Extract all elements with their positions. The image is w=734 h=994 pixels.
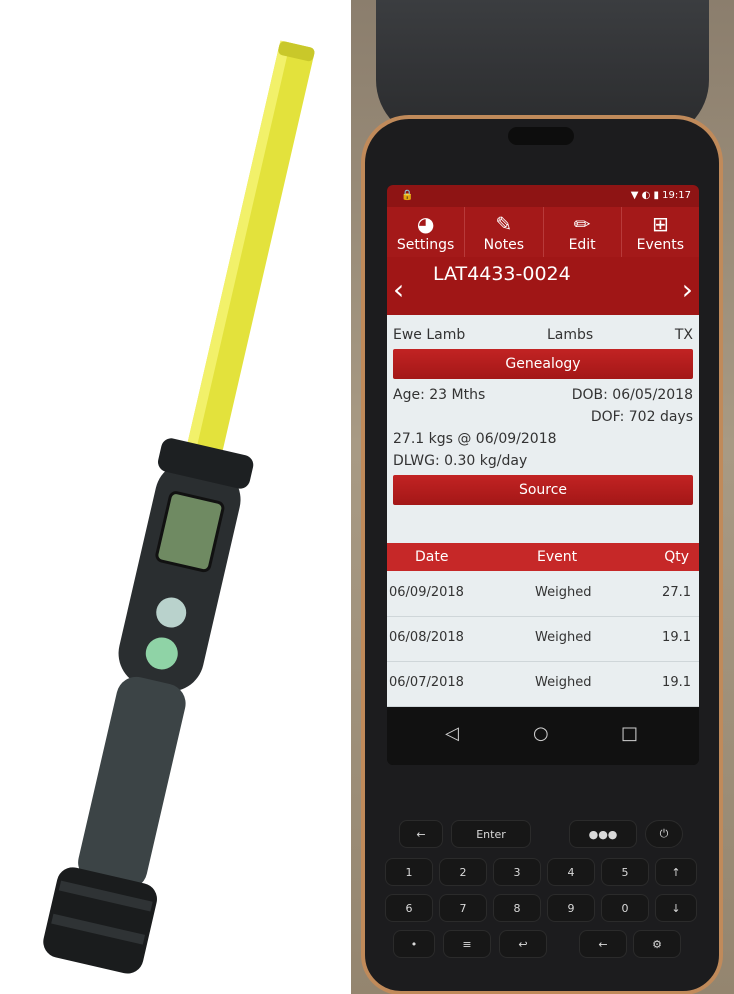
toolbar-settings-label: Settings [396,237,455,253]
table-row[interactable]: 06/08/2018 Weighed 19.1 [387,616,699,662]
dlwg-row: DLWG: 0.30 kg/day [393,453,693,469]
events-add-icon: ⊞ [651,212,669,236]
app-toolbar: ◕ Settings ✎ Notes ✏ Edit ⊞ Events [387,207,699,257]
classification-row: Ewe Lamb Lambs TX [393,327,693,343]
left-arrow-key[interactable]: ← [579,930,627,958]
animal-id: LAT4433-0024 [433,263,571,285]
status-time: 19:17 [662,190,691,201]
animal-weight: 27.1 kgs @ 06/09/2018 [393,431,557,447]
down-arrow-key[interactable]: ↓ [655,894,697,922]
event-type: Weighed [535,585,592,600]
chevron-right-icon[interactable]: › [682,275,693,305]
animal-code: TX [674,327,693,343]
lock-icon: 🔒 [401,190,414,201]
android-status-bar: 🔒 ▼ ◐ ▮ 19:17 [387,185,699,207]
toolbar-notes-button[interactable]: ✎ Notes [465,207,544,257]
record-details: Ewe Lamb Lambs TX Genealogy Age: 23 Mths… [387,315,699,543]
animal-group: Lambs [546,327,594,343]
device-screen: 🔒 ▼ ◐ ▮ 19:17 ◕ Settings ✎ Notes ✏ Edit … [387,185,699,765]
toolbar-edit-label: Edit [568,237,596,253]
wand-antenna [181,40,315,477]
key-1[interactable]: 1 [385,858,433,886]
table-row[interactable]: 06/09/2018 Weighed 27.1 [387,571,699,617]
events-table-header: Date Event Qty [387,543,699,571]
key-8[interactable]: 8 [493,894,541,922]
key-9[interactable]: 9 [547,894,595,922]
source-button[interactable]: Source [393,475,693,505]
chevron-left-icon[interactable]: ‹ [393,275,404,305]
up-arrow-key[interactable]: ↑ [655,858,697,886]
column-header-date[interactable]: Date [415,549,448,565]
event-date: 06/07/2018 [389,675,464,690]
dof-row: DOF: 702 days [393,409,693,425]
menu-key[interactable]: ≡ [443,930,491,958]
toolbar-events-label: Events [636,237,685,253]
status-right: ▼ ◐ ▮ 19:17 [630,190,691,201]
wand-handle [78,676,186,890]
toolbar-notes-label: Notes [483,237,525,253]
table-row[interactable]: 06/07/2018 Weighed 19.1 [387,661,699,707]
event-qty: 19.1 [662,630,691,645]
wand-body [43,438,254,974]
column-header-event[interactable]: Event [537,549,577,565]
notes-pen-plus-icon: ✎ [495,212,513,236]
mic-key[interactable]: • [393,930,435,958]
key-2[interactable]: 2 [439,858,487,886]
power-key[interactable]: ⏻ [645,820,683,848]
column-header-qty[interactable]: Qty [664,549,689,565]
toolbar-settings-button[interactable]: ◕ Settings [387,207,466,257]
event-qty: 27.1 [662,585,691,600]
back-icon[interactable]: ◁ [445,723,459,744]
home-icon[interactable]: ○ [533,723,549,744]
earpiece-speaker [508,127,574,145]
key-4[interactable]: 4 [547,858,595,886]
event-date: 06/09/2018 [389,585,464,600]
animal-sex: Ewe Lamb [393,327,466,343]
age-dob-row: Age: 23 Mths DOB: 06/05/2018 [393,387,693,403]
recents-icon[interactable]: □ [621,723,638,744]
backspace-key[interactable]: ← [399,820,443,848]
events-table-body: 06/09/2018 Weighed 27.1 06/08/2018 Weigh… [387,571,699,707]
menu-dots-key[interactable]: ●●● [569,820,637,848]
edit-pencil-icon: ✏ [573,212,591,236]
handheld-photo: 🔒 ▼ ◐ ▮ 19:17 ◕ Settings ✎ Notes ✏ Edit … [351,0,734,994]
android-nav-bar: ◁ ○ □ [387,707,699,765]
record-title-bar: ‹ LAT4433-0024 › [387,257,699,315]
options-key[interactable]: ⚙ [633,930,681,958]
rfid-stick-reader [43,40,315,974]
genealogy-button[interactable]: Genealogy [393,349,693,379]
animal-dob: DOB: 06/05/2018 [571,387,693,403]
physical-keypad: ← Enter ●●● ⏻ 1 2 3 4 5 ↑ 6 7 8 9 0 ↓ • … [373,810,713,970]
toolbar-events-button[interactable]: ⊞ Events [622,207,699,257]
key-0[interactable]: 0 [601,894,649,922]
event-type: Weighed [535,630,592,645]
event-qty: 19.1 [662,675,691,690]
key-3[interactable]: 3 [493,858,541,886]
weight-row: 27.1 kgs @ 06/09/2018 [393,431,693,447]
settings-pie-icon: ◕ [416,212,435,236]
toolbar-edit-button[interactable]: ✏ Edit [544,207,622,257]
key-6[interactable]: 6 [385,894,433,922]
key-5[interactable]: 5 [601,858,649,886]
enter-key[interactable]: Enter [451,820,531,848]
event-type: Weighed [535,675,592,690]
animal-age: Age: 23 Mths [393,387,486,403]
animal-dof: DOF: 702 days [590,409,693,425]
event-date: 06/08/2018 [389,630,464,645]
key-7[interactable]: 7 [439,894,487,922]
return-key[interactable]: ↩ [499,930,547,958]
animal-dlwg: DLWG: 0.30 kg/day [393,453,528,469]
